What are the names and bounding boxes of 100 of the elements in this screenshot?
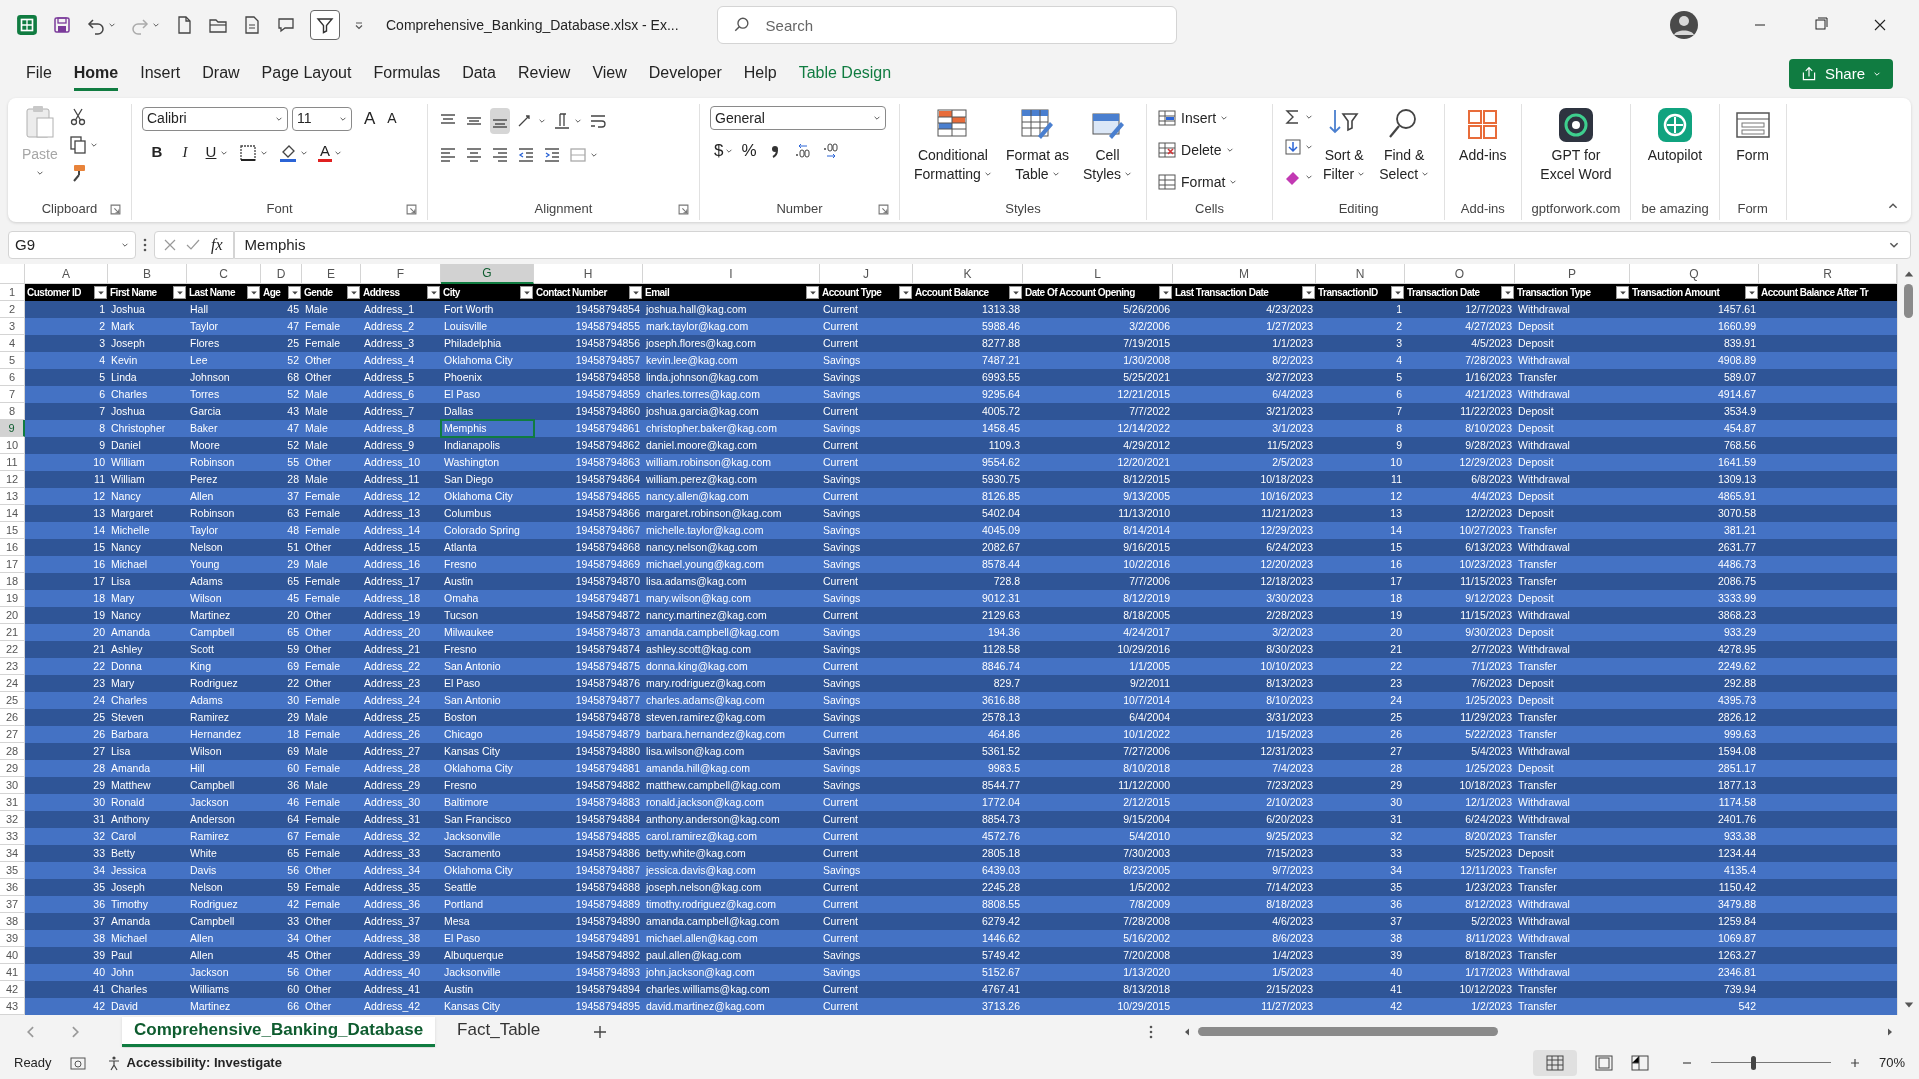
macro-record-icon[interactable] bbox=[69, 1054, 88, 1071]
filter-dropdown-button[interactable] bbox=[1616, 286, 1629, 299]
page-layout-view-icon[interactable] bbox=[1594, 1054, 1613, 1071]
row-number[interactable]: 33 bbox=[0, 828, 25, 845]
row-number[interactable]: 21 bbox=[0, 624, 25, 641]
borders-icon[interactable] bbox=[238, 142, 258, 163]
ribbon-button[interactable]: Insert bbox=[1157, 104, 1238, 132]
row-number[interactable]: 16 bbox=[0, 539, 25, 556]
italic-button[interactable]: I bbox=[176, 141, 194, 164]
document-icon[interactable] bbox=[242, 15, 262, 35]
row-number[interactable]: 15 bbox=[0, 522, 25, 539]
accessibility-button[interactable]: Accessibility: Investigate bbox=[105, 1052, 282, 1073]
row-number[interactable]: 32 bbox=[0, 811, 25, 828]
menu-tab[interactable]: Insert bbox=[140, 57, 181, 91]
menu-tab[interactable]: Table Design bbox=[798, 57, 892, 91]
ribbon-button[interactable]: Sort & Filter bbox=[1319, 104, 1370, 182]
row-number[interactable]: 11 bbox=[0, 454, 25, 471]
filter-dropdown-button[interactable] bbox=[1745, 286, 1758, 299]
row-number[interactable]: 39 bbox=[0, 930, 25, 947]
filter-dropdown-button[interactable] bbox=[1501, 286, 1514, 299]
ribbon-button[interactable]: Cell Styles bbox=[1078, 104, 1137, 182]
ribbon-button[interactable]: Format bbox=[1157, 168, 1238, 196]
filter-dropdown-button[interactable] bbox=[94, 286, 107, 299]
ribbon-button[interactable]: Form bbox=[1729, 104, 1776, 163]
zoom-in-icon[interactable] bbox=[1848, 1056, 1861, 1069]
row-number[interactable]: 42 bbox=[0, 981, 25, 998]
filter-dropdown-button[interactable] bbox=[1009, 286, 1022, 299]
row-number[interactable]: 30 bbox=[0, 777, 25, 794]
row-number[interactable]: 19 bbox=[0, 590, 25, 607]
row-number[interactable]: 5 bbox=[0, 352, 25, 369]
dialog-launcher-icon[interactable] bbox=[110, 203, 121, 215]
row-number[interactable]: 40 bbox=[0, 947, 25, 964]
row-number[interactable]: 14 bbox=[0, 505, 25, 522]
bold-button[interactable]: B bbox=[148, 141, 166, 164]
merge-cells-icon[interactable] bbox=[568, 145, 588, 165]
row-number[interactable]: 29 bbox=[0, 760, 25, 777]
row-number[interactable]: 24 bbox=[0, 675, 25, 692]
row-number[interactable]: 38 bbox=[0, 913, 25, 930]
avatar-icon[interactable] bbox=[1669, 10, 1699, 40]
increase-indent-icon[interactable] bbox=[542, 145, 562, 165]
filter-dropdown-button[interactable] bbox=[347, 286, 360, 299]
font-size-field[interactable]: 11 bbox=[292, 106, 352, 131]
number-format-field[interactable]: General bbox=[710, 106, 886, 130]
fill-down-icon[interactable] bbox=[1283, 137, 1304, 157]
row-number[interactable]: 4 bbox=[0, 335, 25, 352]
row-number[interactable]: 28 bbox=[0, 743, 25, 760]
insert-function-button[interactable]: fx bbox=[209, 233, 225, 257]
row-number[interactable]: 3 bbox=[0, 318, 25, 335]
filter-dropdown-button[interactable] bbox=[427, 286, 440, 299]
name-box[interactable]: G9 bbox=[8, 231, 136, 259]
row-number[interactable]: 37 bbox=[0, 896, 25, 913]
row-number[interactable]: 2 bbox=[0, 301, 25, 318]
row-number[interactable]: 27 bbox=[0, 726, 25, 743]
formula-field[interactable]: Memphis bbox=[233, 231, 1911, 259]
scroll-thumb[interactable] bbox=[1198, 1027, 1499, 1036]
row-number[interactable]: 26 bbox=[0, 709, 25, 726]
sheet-tab[interactable]: Fact_Table bbox=[445, 1016, 553, 1047]
ribbon-button[interactable]: Add-ins bbox=[1455, 104, 1511, 163]
ribbon-button[interactable]: Conditional Formatting bbox=[910, 104, 996, 182]
filter-dropdown-button[interactable] bbox=[520, 286, 533, 299]
filter-dropdown-button[interactable] bbox=[899, 286, 912, 299]
underline-button[interactable]: U bbox=[204, 141, 218, 164]
row-number[interactable]: 7 bbox=[0, 386, 25, 403]
menu-tab[interactable]: View bbox=[592, 57, 627, 91]
row-number[interactable]: 9 bbox=[0, 420, 25, 437]
add-sheet-icon[interactable] bbox=[592, 1023, 609, 1040]
spreadsheet-logo-icon[interactable] bbox=[16, 14, 38, 36]
comment-icon[interactable] bbox=[276, 15, 296, 35]
dialog-launcher-icon[interactable] bbox=[678, 203, 689, 215]
dialog-launcher-icon[interactable] bbox=[406, 203, 417, 215]
decrease-indent-icon[interactable] bbox=[516, 145, 536, 165]
filter-dropdown-button[interactable] bbox=[629, 286, 642, 299]
ribbon-button[interactable]: Autopilot bbox=[1643, 104, 1707, 163]
row-number[interactable]: 36 bbox=[0, 879, 25, 896]
row-number[interactable]: 10 bbox=[0, 437, 25, 454]
menu-tab[interactable]: Page Layout bbox=[261, 57, 352, 91]
filter-dropdown-button[interactable] bbox=[173, 286, 186, 299]
row-number[interactable]: 22 bbox=[0, 641, 25, 658]
dialog-launcher-icon[interactable] bbox=[878, 203, 889, 215]
row-number[interactable]: 31 bbox=[0, 794, 25, 811]
row-number[interactable]: 43 bbox=[0, 998, 25, 1015]
copy-icon[interactable] bbox=[67, 135, 88, 155]
normal-view-icon[interactable] bbox=[1545, 1054, 1564, 1071]
menu-tab[interactable]: Data bbox=[462, 57, 496, 91]
row-number[interactable]: 35 bbox=[0, 862, 25, 879]
ribbon-button[interactable]: GPT for Excel Word bbox=[1536, 104, 1616, 182]
save-icon[interactable] bbox=[52, 15, 72, 35]
row-number[interactable]: 18 bbox=[0, 573, 25, 590]
ribbon-button[interactable]: Delete bbox=[1157, 136, 1238, 164]
filter-dropdown-button[interactable] bbox=[288, 286, 301, 299]
filter-dropdown-button[interactable] bbox=[1159, 286, 1172, 299]
currency-button[interactable]: $ bbox=[714, 138, 724, 164]
row-number[interactable]: 20 bbox=[0, 607, 25, 624]
active-cell[interactable]: Memphis bbox=[441, 420, 534, 437]
align-center-icon[interactable] bbox=[464, 145, 484, 165]
share-button[interactable]: Share bbox=[1788, 59, 1893, 89]
ribbon-button[interactable]: Find & Select bbox=[1375, 104, 1434, 182]
ribbon-button[interactable]: Format as Table bbox=[1001, 104, 1073, 182]
page-break-view-icon[interactable] bbox=[1630, 1054, 1649, 1071]
scroll-thumb[interactable] bbox=[1904, 284, 1913, 318]
